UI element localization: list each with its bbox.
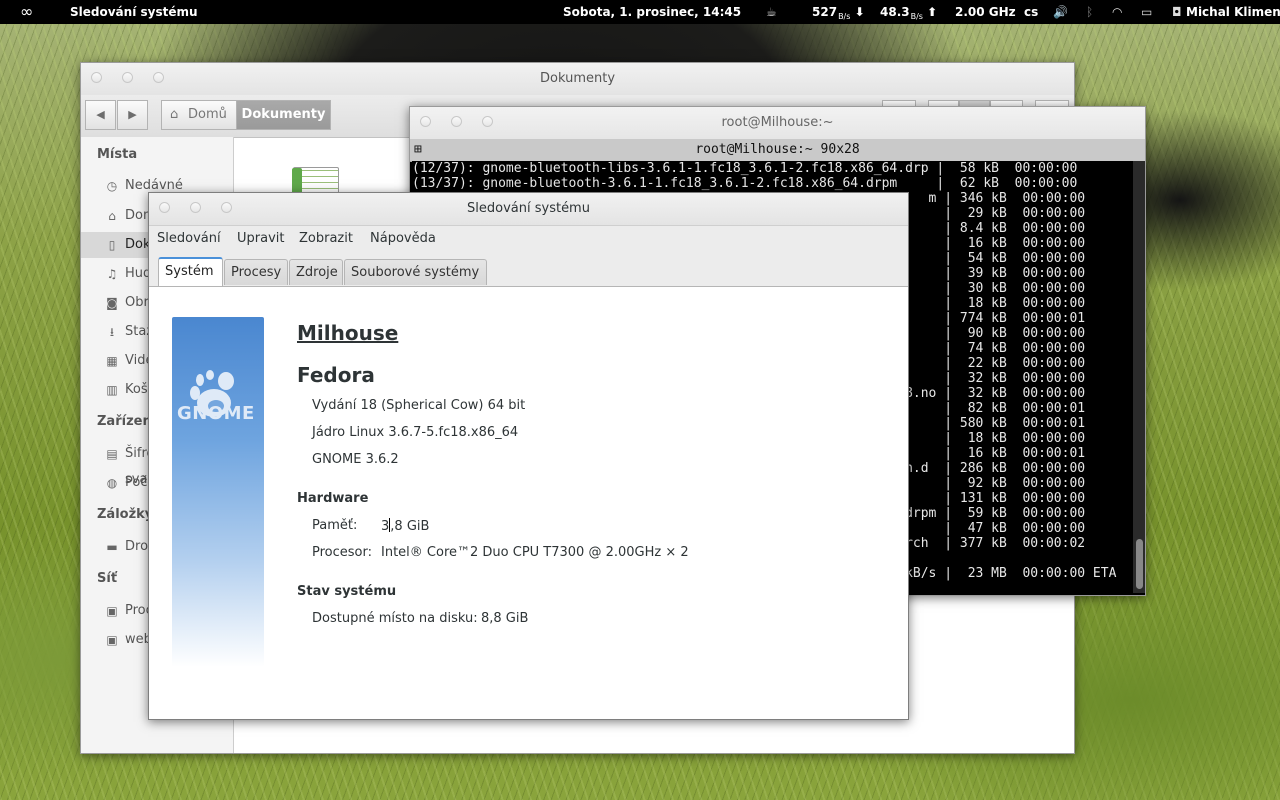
terminal-line: (13/37): gnome-bluetooth-3.6.1-1.fc18_3.… xyxy=(412,176,1078,191)
drive-icon: ▤ xyxy=(106,447,118,461)
memory-value: 3,8 GiB xyxy=(381,518,429,534)
memory-label: Paměť: xyxy=(312,518,358,533)
terminal-titlebar[interactable]: root@Milhouse:~ xyxy=(410,107,1145,140)
distro-name: Fedora xyxy=(297,363,375,387)
gnome-logo-banner: GNOME xyxy=(172,317,264,667)
gnome-logo-text: GNOME xyxy=(177,403,255,424)
back-button[interactable]: ◀ xyxy=(85,100,116,130)
kernel-info: Jádro Linux 3.6.7-5.fc18.x86_64 xyxy=(312,425,519,440)
menu-help[interactable]: Nápověda xyxy=(370,225,436,253)
terminal-scrollbar[interactable] xyxy=(1133,161,1145,593)
menu-bar: Sledování Upravit Zobrazit Nápověda xyxy=(149,225,908,253)
top-bar: ∞ Sledování systému Sobota, 1. prosinec,… xyxy=(0,0,1280,24)
battery-icon[interactable]: ▭ xyxy=(1141,0,1152,24)
breadcrumb-home[interactable]: ⌂ Domů xyxy=(161,100,237,130)
network-icon: ▣ xyxy=(106,604,118,618)
disk-value: 8,8 GiB xyxy=(481,611,529,626)
disk-icon: ◍ xyxy=(106,476,118,490)
monitor-titlebar[interactable]: Sledování systému xyxy=(149,193,908,226)
net-up-unit: B/s xyxy=(910,12,923,21)
sidebar-header-places: Místa xyxy=(97,147,138,162)
breadcrumb-current-label: Dokumenty xyxy=(241,107,326,122)
files-titlebar[interactable]: Dokumenty xyxy=(81,63,1074,96)
files-title: Dokumenty xyxy=(539,71,616,86)
user-icon: ◘ xyxy=(1172,5,1182,19)
breadcrumb-home-label: Domů xyxy=(188,107,227,122)
system-tab-content: GNOME Milhouse Fedora Vydání 18 (Spheric… xyxy=(149,286,908,719)
cpu-label: Procesor: xyxy=(312,545,372,560)
home-icon: ⌂ xyxy=(108,209,116,223)
monitor-title: Sledování systému xyxy=(467,201,590,216)
new-tab-icon[interactable]: ⊞ xyxy=(414,139,422,161)
disk-label: Dostupné místo na disku: xyxy=(312,611,478,626)
hostname[interactable]: Milhouse xyxy=(297,321,398,345)
terminal-tab-label: root@Milhouse:~ 90x28 xyxy=(695,142,860,157)
arrow-up-icon: ⬆ xyxy=(927,5,938,19)
tab-filesystems[interactable]: Souborové systémy xyxy=(344,259,487,285)
user-menu[interactable]: Michal Kliment xyxy=(1186,0,1280,24)
menu-monitor[interactable]: Sledování xyxy=(157,225,221,253)
keyboard-layout[interactable]: cs xyxy=(1024,0,1038,24)
terminal-line: (12/37): gnome-bluetooth-libs-3.6.1-1.fc… xyxy=(412,161,1078,176)
terminal-title: root@Milhouse:~ xyxy=(721,115,834,130)
cpu-frequency[interactable]: 2.00 GHz xyxy=(955,0,1016,24)
status-header: Stav systému xyxy=(297,584,397,599)
breadcrumb-current[interactable]: Dokumenty xyxy=(236,100,331,130)
download-icon: ⭳ xyxy=(109,325,115,339)
menu-view[interactable]: Zobrazit xyxy=(299,225,353,253)
menu-edit[interactable]: Upravit xyxy=(237,225,284,253)
app-menu[interactable]: Sledování systému xyxy=(70,0,198,24)
activities-infinity-icon[interactable]: ∞ xyxy=(20,0,33,24)
document-icon: ▯ xyxy=(108,238,116,252)
network-share-icon: ▣ xyxy=(106,633,118,647)
net-down-indicator[interactable]: 527B/s ⬇ xyxy=(812,0,865,24)
film-icon: ▦ xyxy=(106,354,118,368)
release-info: Vydání 18 (Spherical Cow) 64 bit xyxy=(312,398,526,413)
sidebar-header-bookmarks: Záložky xyxy=(97,507,154,522)
terminal-tab[interactable]: ⊞ root@Milhouse:~ 90x28 xyxy=(410,139,1145,162)
trash-icon: ▥ xyxy=(106,383,118,397)
folder-icon: ▬ xyxy=(106,540,118,554)
cpu-value: Intel® Core™2 Duo CPU T7300 @ 2.00GHz × … xyxy=(381,545,689,560)
home-icon: ⌂ xyxy=(170,107,179,122)
net-down-unit: B/s xyxy=(838,12,851,21)
music-note-icon: ♫ xyxy=(106,267,118,281)
arrow-down-icon: ⬇ xyxy=(854,5,865,19)
bluetooth-icon[interactable]: ᛒ xyxy=(1086,0,1093,24)
system-monitor-window: Sledování systému Sledování Upravit Zobr… xyxy=(148,192,909,720)
net-up-value: 48.3 xyxy=(880,5,910,19)
tab-resources[interactable]: Zdroje xyxy=(289,259,343,285)
wifi-icon[interactable]: ◠ xyxy=(1112,0,1122,24)
memory-value-part: 3 xyxy=(381,519,390,534)
clock-icon: ◷ xyxy=(106,179,118,193)
terminal-scrollbar-thumb[interactable] xyxy=(1136,539,1143,589)
camera-icon: ◙ xyxy=(106,296,118,310)
gnome-version: GNOME 3.6.2 xyxy=(312,452,399,467)
tab-system[interactable]: Systém xyxy=(158,257,223,287)
net-up-indicator[interactable]: 48.3B/s ⬆ xyxy=(880,0,937,24)
clock[interactable]: Sobota, 1. prosinec, 14:45 xyxy=(563,0,741,24)
volume-icon[interactable]: 🔊 xyxy=(1053,0,1068,24)
sidebar-item-label: Koš xyxy=(125,382,148,397)
forward-button[interactable]: ▶ xyxy=(117,100,148,130)
tab-bar: Systém Procesy Zdroje Souborové systémy xyxy=(149,255,908,287)
memory-value-part: ,8 GiB xyxy=(390,519,430,534)
hardware-header: Hardware xyxy=(297,491,369,506)
sidebar-header-network: Síť xyxy=(97,571,118,586)
tab-processes[interactable]: Procesy xyxy=(224,259,288,285)
net-down-value: 527 xyxy=(812,5,838,19)
coffee-cup-icon[interactable]: ☕ xyxy=(766,0,777,24)
